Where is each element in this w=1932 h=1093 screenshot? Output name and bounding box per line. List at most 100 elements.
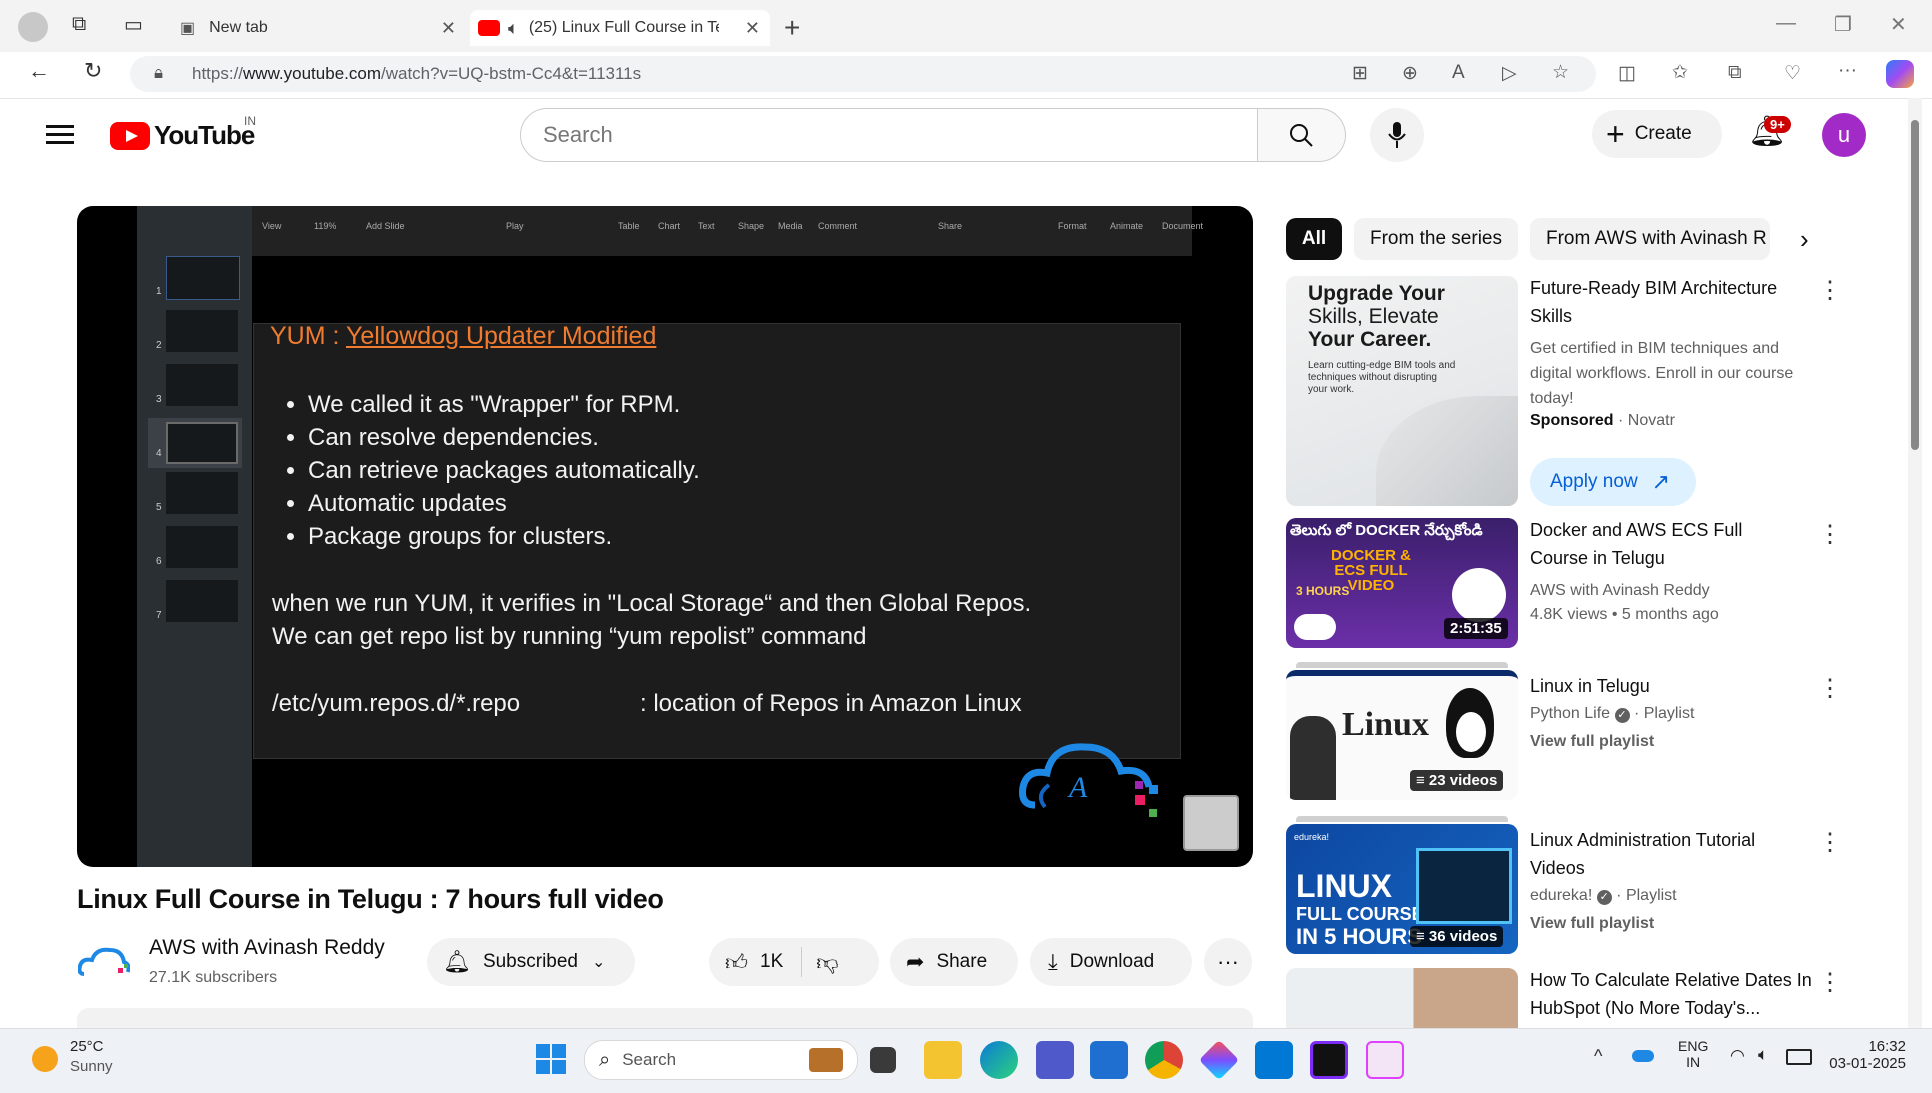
chrome-icon[interactable] (1145, 1041, 1183, 1079)
more-vertical-icon[interactable]: ⋮ (1818, 828, 1842, 857)
chevron-right-icon[interactable]: › (1800, 224, 1809, 255)
chip-from-channel[interactable]: From AWS with Avinash R (1530, 218, 1770, 260)
language-indicator[interactable]: ENG IN (1678, 1038, 1708, 1070)
channel-name[interactable]: AWS with Avinash Reddy (149, 936, 385, 960)
description-box[interactable] (77, 1008, 1253, 1028)
slide-path-desc: : location of Repos in Amazon Linux (640, 690, 1022, 717)
apply-now-button[interactable]: Apply now ↗ (1530, 458, 1696, 506)
search-input[interactable]: Search (520, 108, 1258, 162)
search-button[interactable] (1258, 108, 1346, 162)
channel-watermark[interactable] (1183, 795, 1239, 851)
tab-new-tab[interactable]: ▣ New tab ✕ (170, 10, 466, 46)
browser-essentials-icon[interactable]: ♡ (1784, 62, 1801, 85)
slide-thumbnails: 1 2 3 4 5 6 7 (148, 256, 242, 634)
video-thumbnail[interactable] (1286, 968, 1518, 1028)
profile-icon[interactable] (18, 12, 48, 42)
ad-title[interactable]: Future-Ready BIM Architecture Skills (1530, 274, 1800, 330)
download-icon: ⤓ (1048, 949, 1058, 974)
file-explorer-icon[interactable] (924, 1041, 962, 1079)
tab-youtube[interactable]: 🔈︎ (25) Linux Full Course in Telu ✕ (470, 10, 770, 46)
tab-actions-icon[interactable]: ▭ (124, 12, 143, 37)
clock[interactable]: 16:32 03-01-2025 (1826, 1038, 1906, 1072)
tab-label: (25) Linux Full Course in Telu (528, 19, 719, 36)
view-full-playlist-link[interactable]: View full playlist (1530, 730, 1654, 754)
onedrive-icon[interactable] (1632, 1050, 1654, 1062)
ad-description: Get certified in BIM techniques and digi… (1530, 340, 1794, 407)
playlist-title[interactable]: Linux Administration Tutorial Videos (1530, 826, 1800, 882)
like-icon[interactable]: 👍︎ (725, 949, 748, 976)
copilot-icon[interactable] (1886, 60, 1914, 88)
split-screen-icon[interactable]: ◫ (1618, 62, 1636, 85)
video-title-link[interactable]: Docker and AWS ECS Full Course in Telugu (1530, 516, 1800, 572)
playlist-count-badge: ≡ 23 videos (1410, 770, 1504, 791)
download-button[interactable]: ⤓ Download (1030, 938, 1192, 986)
more-horizontal-icon: ··· (1217, 949, 1239, 974)
more-vertical-icon[interactable]: ⋮ (1818, 968, 1842, 997)
lock-icon[interactable]: 🔒︎ (154, 63, 163, 83)
favorite-star-icon[interactable]: ☆ (1552, 61, 1569, 84)
more-vertical-icon[interactable]: ⋮ (1818, 276, 1842, 305)
taskbar-search[interactable]: ⌕ Search (584, 1040, 858, 1080)
read-aloud-icon[interactable]: A (1452, 62, 1465, 84)
task-view-icon[interactable] (870, 1047, 896, 1073)
collections-icon[interactable]: ⧉ (1728, 62, 1742, 84)
battery-icon[interactable] (1786, 1049, 1812, 1065)
subscribed-button[interactable]: 🔔︎ Subscribed ⌄ (427, 938, 635, 986)
url-text[interactable]: https://www.youtube.com/watch?v=UQ-bstm-… (192, 64, 641, 84)
chip-from-the-series[interactable]: From the series (1354, 218, 1518, 260)
intellij-icon[interactable] (1310, 1041, 1348, 1079)
avatar[interactable]: u (1822, 113, 1866, 157)
close-tab-icon[interactable]: ✕ (441, 18, 456, 39)
channel-name[interactable]: AWS with Avinash Reddy (1530, 579, 1710, 603)
volume-icon[interactable]: 🔈︎ (1758, 1045, 1768, 1065)
video-title-link[interactable]: How To Calculate Relative Dates In HubSp… (1530, 966, 1820, 1022)
zoom-icon[interactable]: ⊕ (1402, 62, 1418, 85)
search-placeholder: Search (543, 122, 613, 147)
teams-icon[interactable] (1036, 1041, 1074, 1079)
share-button[interactable]: ➦ Share (890, 938, 1018, 986)
more-vertical-icon[interactable]: ⋮ (1818, 520, 1842, 549)
back-icon[interactable]: ← (28, 58, 50, 84)
weather-desc[interactable]: Sunny (70, 1058, 113, 1075)
download-label: Download (1069, 951, 1155, 972)
like-count[interactable]: 1K (760, 951, 783, 973)
weather-sun-icon[interactable] (32, 1046, 58, 1072)
edge-icon[interactable] (980, 1041, 1018, 1079)
playlist-title[interactable]: Linux in Telugu (1530, 672, 1650, 700)
microphone-icon (1388, 122, 1406, 148)
close-tab-icon[interactable]: ✕ (745, 18, 760, 39)
app-available-icon[interactable]: ⊞ (1352, 62, 1368, 85)
more-menu-icon[interactable]: ··· (1838, 60, 1857, 82)
immersive-reader-icon[interactable]: ▷ (1502, 62, 1517, 85)
notification-count-badge: 9+ (1764, 116, 1791, 133)
restore-icon[interactable]: ❐ (1834, 12, 1852, 37)
create-button[interactable]: + Create (1592, 110, 1722, 158)
refresh-icon[interactable]: ↻ (84, 58, 102, 84)
minimize-icon[interactable]: — (1776, 12, 1796, 35)
voice-search-button[interactable] (1370, 108, 1424, 162)
windows-start-icon[interactable] (536, 1044, 566, 1074)
dislike-icon[interactable]: 👎︎ (816, 949, 838, 976)
hamburger-menu-icon[interactable] (46, 120, 74, 149)
more-vertical-icon[interactable]: ⋮ (1818, 674, 1842, 703)
show-hidden-icons-icon[interactable]: ^ (1594, 1046, 1602, 1067)
search-icon: ⌕ (599, 1048, 611, 1071)
close-window-icon[interactable]: ✕ (1890, 12, 1907, 37)
new-tab-plus-icon[interactable]: + (784, 12, 800, 44)
favorites-icon[interactable]: ✩ (1672, 61, 1688, 84)
more-actions-button[interactable]: ··· (1204, 938, 1252, 986)
chip-all[interactable]: All (1286, 218, 1342, 260)
playlist-channel-line: edureka! ✓ · Playlist (1530, 887, 1677, 905)
vscode-icon[interactable] (1255, 1041, 1293, 1079)
channel-avatar[interactable] (78, 944, 130, 980)
view-full-playlist-link[interactable]: View full playlist (1530, 912, 1654, 936)
workspaces-icon[interactable]: ⧉ (72, 13, 86, 36)
youtube-logo[interactable]: YouTube (110, 120, 255, 151)
wifi-icon[interactable]: ◠ (1730, 1046, 1745, 1066)
page-scrollbar[interactable] (1908, 98, 1922, 1028)
speaker-icon[interactable]: 🔈︎ (508, 18, 519, 39)
store-icon[interactable] (1090, 1041, 1128, 1079)
ad-thumbnail[interactable]: Upgrade Your Skills, Elevate Your Career… (1286, 276, 1518, 506)
weather-temp[interactable]: 25°C (70, 1038, 104, 1055)
snipping-tool-icon[interactable] (1366, 1041, 1404, 1079)
